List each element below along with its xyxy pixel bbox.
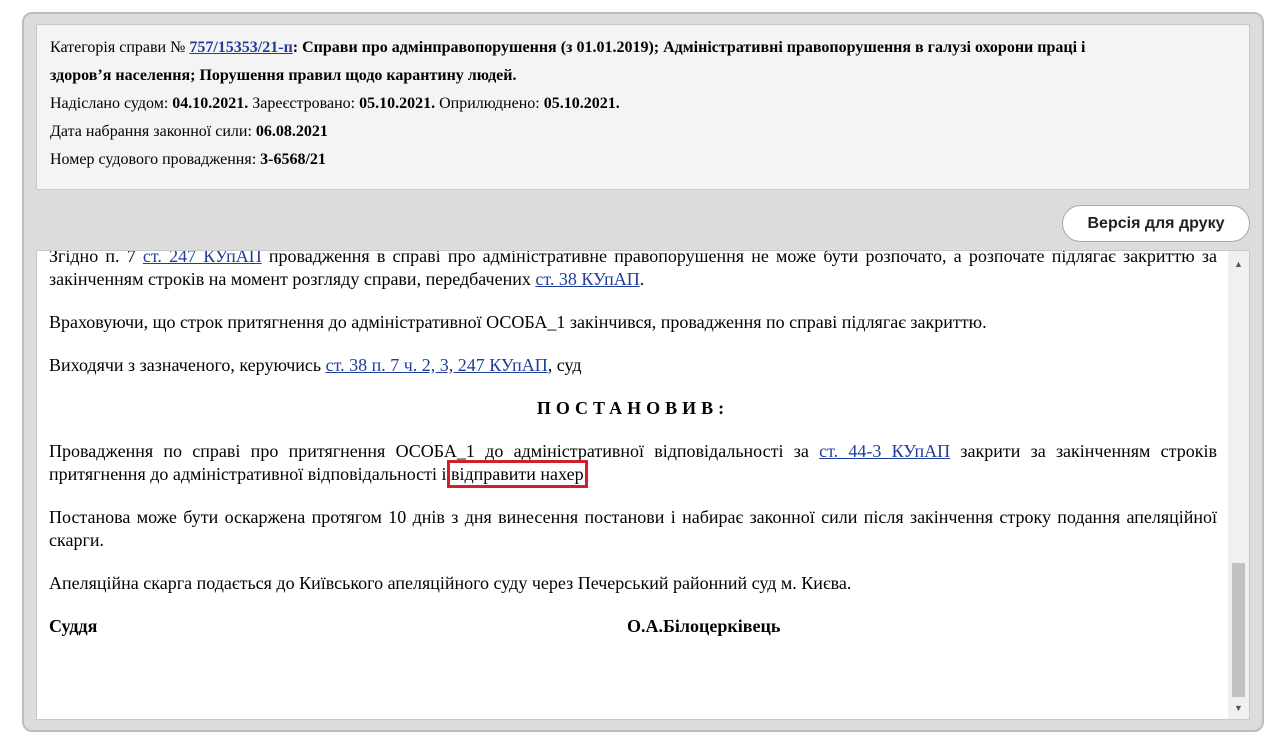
vertical-scrollbar[interactable]: ▲ ▼ [1228,251,1249,719]
published-date: 05.10.2021. [543,95,620,112]
legal-force-date: 06.08.2021 [255,123,328,140]
dates-line: Надіслано судом: 04.10.2021. Зареєстрова… [50,92,1236,120]
law-link-art-38[interactable]: ст. 38 КУпАП [535,269,639,289]
signature-line: Суддя О.А.Білоцерківець [49,615,1217,638]
p1-text-a: Згідно п. 7 [49,250,143,266]
proceeding-number: 3-6568/21 [260,151,326,168]
legal-force-line: Дата набрання законної сили: 06.08.2021 [50,120,1236,148]
highlighted-phrase: відправити нахер [447,460,588,488]
p3-text-b: , суд [547,355,582,375]
category-label: Категорія справи № [50,39,190,56]
proceeding-label: Номер судового провадження: [50,151,261,168]
paragraph-4: Провадження по справі про притягнення ОС… [49,440,1217,488]
scroll-down-arrow-icon[interactable]: ▼ [1228,700,1249,716]
p1-text-c: . [639,269,645,289]
category-text: : Справи про адмінправопорушення (з 01.0… [292,39,1086,56]
paragraph-2: Враховуючи, що строк притягнення до адмі… [49,312,987,332]
legal-force-label: Дата набрання законної сили: [50,123,256,140]
scrollbar-thumb[interactable] [1232,563,1245,697]
p3-text-a: Виходячи з зазначеного, керуючись [49,355,326,375]
law-link-art-247[interactable]: ст. 247 КУпАП [143,251,262,266]
registered-date: 05.10.2021. [359,95,436,112]
paragraph-5: Постанова може бути оскаржена протягом 1… [49,507,1217,550]
print-version-button[interactable]: Версія для друку [1062,205,1250,242]
case-category-line-2: здоров’я населення; Порушення правил щод… [50,64,1236,92]
judge-name: О.А.Білоцерківець [627,616,781,636]
law-link-art-38-247[interactable]: ст. 38 п. 7 ч. 2, 3, 247 КУпАП [326,355,548,375]
case-info-box: Категорія справи № 757/15353/21-п: Справ… [36,24,1250,190]
sent-date: 04.10.2021. [172,95,249,112]
p4-text-a: Провадження по справі про притягнення ОС… [49,441,820,461]
registered-label: Зареєстровано: [248,95,360,112]
category-text-2: здоров’я населення; Порушення правил щод… [50,67,517,84]
document-text: Згідно п. 7 ст. 247 КУпАП провадження в … [49,250,1217,638]
paragraph-1: Згідно п. 7 ст. 247 КУпАП провадження в … [49,250,1217,291]
paragraph-6: Апеляційна скарга подається до Київськог… [49,573,852,593]
judge-label: Суддя [49,616,98,636]
document-viewer[interactable]: Згідно п. 7 ст. 247 КУпАП провадження в … [36,250,1250,720]
sent-label: Надіслано судом: [50,95,173,112]
p4-text-c: . [583,464,589,484]
ruling-heading: ПОСТАНОВИВ: [536,398,730,418]
proceeding-line: Номер судового провадження: 3-6568/21 [50,148,1236,176]
paragraph-3: Виходячи з зазначеного, керуючись ст. 38… [49,354,1217,377]
case-number-link[interactable]: 757/15353/21-п [189,39,292,56]
published-label: Оприлюднено: [435,95,544,112]
scroll-up-arrow-icon[interactable]: ▲ [1228,256,1249,272]
law-link-art-44-3[interactable]: ст. 44-3 КУпАП [819,441,950,461]
case-category-line: Категорія справи № 757/15353/21-п: Справ… [50,36,1236,64]
